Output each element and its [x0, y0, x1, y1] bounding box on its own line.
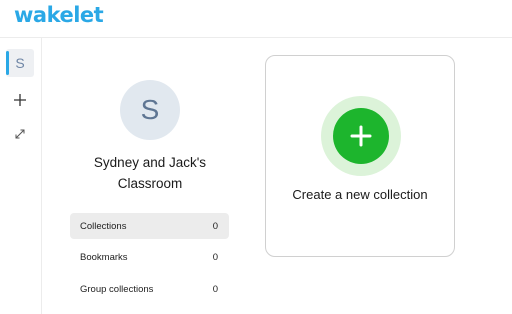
stat-label: Bookmarks [80, 251, 128, 263]
stats-bookmarks-row[interactable]: Bookmarks 0 [70, 244, 229, 270]
wakelet-logo[interactable]: wakelet [14, 3, 104, 27]
rail-expand-button[interactable] [6, 120, 34, 148]
plus-icon [350, 125, 372, 147]
stat-label: Group collections [80, 283, 154, 295]
stat-count: 0 [212, 220, 218, 232]
create-collection-label: Create a new collection [292, 187, 428, 202]
rail-add-button[interactable] [6, 86, 34, 114]
create-collection-button[interactable] [333, 108, 389, 164]
stat-count: 0 [212, 251, 218, 263]
create-button-halo [321, 96, 401, 176]
left-rail: S [0, 38, 42, 314]
stat-label: Collections [80, 220, 127, 232]
top-bar: wakelet [0, 0, 512, 38]
create-collection-card[interactable]: Create a new collection [265, 55, 455, 257]
space-avatar-icon: S [15, 55, 25, 71]
expand-icon [15, 129, 25, 139]
avatar-letter: S [140, 94, 160, 125]
rail-space-button[interactable]: S [6, 49, 34, 77]
active-indicator [6, 51, 9, 75]
stat-count: 0 [212, 283, 218, 295]
stats-group-collections-row[interactable]: Group collections 0 [70, 276, 229, 302]
space-avatar: S [120, 80, 180, 140]
space-title: Sydney and Jack's Classroom [93, 155, 207, 191]
plus-icon [14, 94, 26, 106]
stats-collections-row[interactable]: Collections 0 [70, 213, 229, 239]
